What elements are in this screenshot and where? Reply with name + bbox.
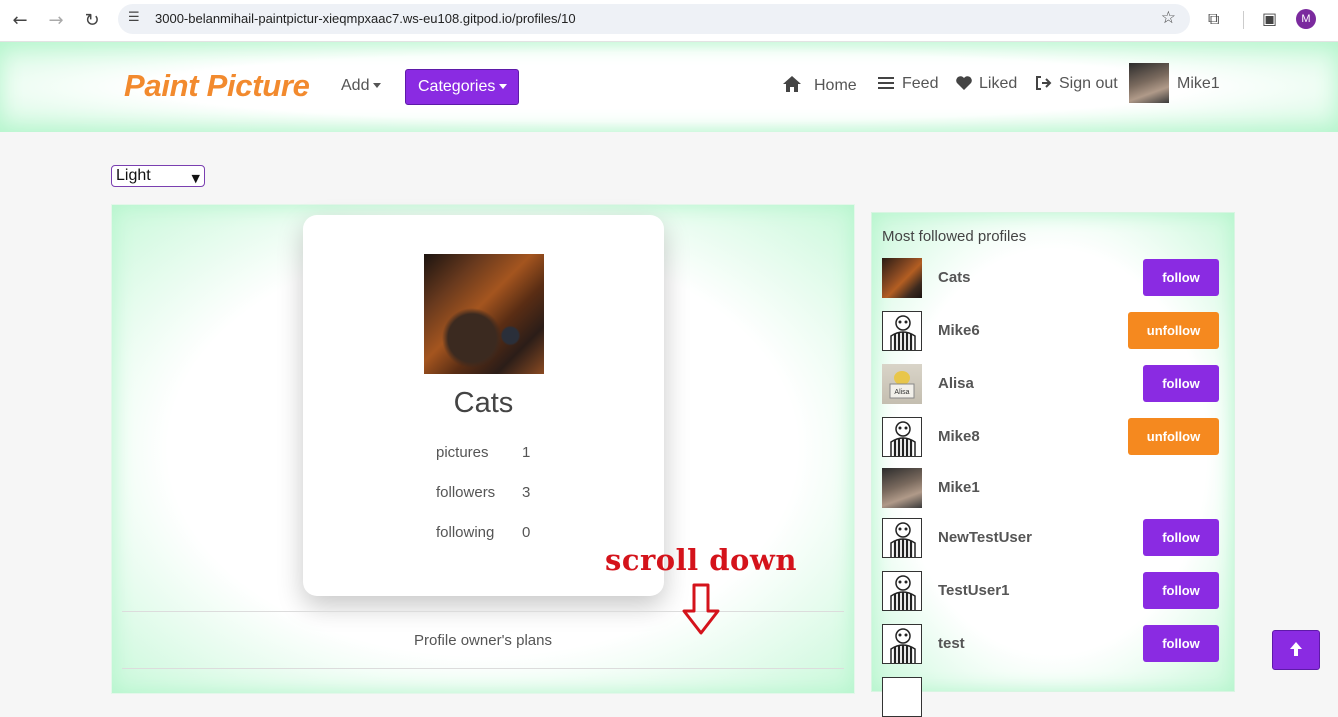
stat-following-label: following: [436, 524, 495, 541]
svg-text:Alisa: Alisa: [894, 389, 909, 396]
profile-name[interactable]: TestUser1: [938, 582, 1009, 599]
list-icon: [878, 77, 894, 89]
profile-plans-heading: Profile owner's plans: [414, 632, 552, 649]
list-item: Mike8 unfollow: [882, 417, 1222, 457]
avatar[interactable]: [882, 417, 922, 457]
reload-icon[interactable]: ↻: [80, 9, 104, 33]
stat-pictures-value: 1: [522, 444, 531, 461]
scroll-down-annotation: scroll down: [605, 543, 797, 577]
default-avatar-icon: [890, 628, 916, 663]
default-avatar-icon: [890, 315, 916, 350]
address-bar[interactable]: ☰ 3000-belanmihail-paintpictur-xieqmpxaa…: [118, 4, 1190, 34]
avatar[interactable]: [882, 468, 922, 508]
user-avatar[interactable]: [1129, 63, 1169, 103]
browser-toolbar: ← → ↻ ☰ 3000-belanmihail-paintpictur-xie…: [0, 0, 1338, 42]
theme-selected-value: Light: [116, 167, 151, 184]
heart-icon: [956, 76, 972, 90]
divider: [122, 611, 844, 612]
browser-profile-avatar[interactable]: M: [1296, 9, 1316, 29]
side-panel-icon[interactable]: ▣: [1262, 9, 1277, 28]
toolbar-divider: [1243, 11, 1244, 29]
follow-button[interactable]: follow: [1143, 519, 1219, 556]
stat-pictures-label: pictures: [436, 444, 489, 461]
profile-name[interactable]: NewTestUser: [938, 529, 1032, 546]
feed-label: Feed: [902, 75, 939, 92]
caret-down-icon: [373, 83, 382, 89]
unfollow-button[interactable]: unfollow: [1128, 312, 1219, 349]
back-to-top-button[interactable]: [1272, 630, 1320, 670]
stat-followers-value: 3: [522, 484, 531, 501]
avatar[interactable]: [882, 258, 922, 298]
chevron-down-icon: ▼: [191, 172, 200, 185]
default-avatar-icon: [890, 522, 916, 557]
home-label: Home: [814, 77, 857, 94]
categories-label: Categories: [418, 78, 496, 95]
categories-dropdown[interactable]: Categories: [405, 69, 519, 105]
profile-panel: Cats pictures 1 followers 3 following 0 …: [111, 204, 855, 694]
back-icon[interactable]: ←: [8, 9, 32, 33]
arrow-down-icon: [682, 583, 720, 635]
profile-image: [424, 254, 544, 374]
follow-button[interactable]: follow: [1143, 259, 1219, 296]
nav-username[interactable]: Mike1: [1177, 75, 1220, 93]
nav-liked[interactable]: Liked: [955, 75, 1017, 93]
nav-feed[interactable]: Feed: [878, 75, 938, 93]
most-followed-title: Most followed profiles: [882, 228, 1027, 245]
nav-home[interactable]: Home: [782, 75, 857, 95]
list-item: Cats follow: [882, 258, 1222, 298]
forward-icon[interactable]: →: [44, 9, 68, 33]
signout-label: Sign out: [1059, 75, 1118, 92]
list-item: Mike6 unfollow: [882, 311, 1222, 351]
list-item: NewTestUser follow: [882, 518, 1222, 558]
profile-name[interactable]: test: [938, 635, 965, 652]
profile-name[interactable]: Mike6: [938, 322, 980, 339]
caret-down-icon: [499, 84, 508, 90]
liked-label: Liked: [979, 75, 1018, 92]
follow-button[interactable]: follow: [1143, 365, 1219, 402]
profile-name[interactable]: Mike1: [938, 479, 980, 496]
sign-out-icon: [1036, 76, 1052, 90]
url-text[interactable]: 3000-belanmihail-paintpictur-xieqmpxaac7…: [155, 11, 576, 26]
avatar[interactable]: [882, 677, 922, 717]
profile-name[interactable]: Mike8: [938, 428, 980, 445]
profile-name[interactable]: Alisa: [938, 375, 974, 392]
list-item: TestUser1 follow: [882, 571, 1222, 611]
avatar[interactable]: [882, 624, 922, 664]
list-item: [882, 677, 1222, 717]
stat-following-value: 0: [522, 524, 531, 541]
avatar[interactable]: [882, 571, 922, 611]
site-navbar: Paint Picture Add Categories Home Feed L…: [0, 42, 1338, 132]
profile-name: Cats: [453, 387, 514, 419]
alisa-avatar-icon: Alisa: [889, 371, 915, 399]
divider: [122, 668, 844, 669]
nav-signout[interactable]: Sign out: [1035, 75, 1118, 93]
add-label: Add: [341, 77, 370, 94]
list-item: test follow: [882, 624, 1222, 664]
list-item: Alisa Alisa follow: [882, 364, 1222, 404]
extensions-icon[interactable]: ⧉: [1208, 9, 1219, 29]
list-item: Mike1: [882, 468, 1222, 508]
default-avatar-icon: [890, 575, 916, 610]
add-dropdown[interactable]: Add: [341, 77, 382, 95]
avatar[interactable]: Alisa: [882, 364, 922, 404]
profile-name[interactable]: Cats: [938, 269, 971, 286]
default-avatar-icon: [890, 421, 916, 456]
site-settings-icon[interactable]: ☰: [128, 10, 140, 25]
follow-button[interactable]: follow: [1143, 625, 1219, 662]
brand-logo[interactable]: Paint Picture: [124, 68, 310, 104]
unfollow-button[interactable]: unfollow: [1128, 418, 1219, 455]
profile-card: Cats pictures 1 followers 3 following 0: [303, 215, 664, 596]
most-followed-panel: Most followed profiles Cats follow Mike6…: [871, 212, 1235, 717]
avatar[interactable]: [882, 311, 922, 351]
stat-followers-label: followers: [436, 484, 496, 501]
avatar[interactable]: [882, 518, 922, 558]
theme-select[interactable]: Light ▼: [111, 165, 205, 187]
follow-button[interactable]: follow: [1143, 572, 1219, 609]
star-icon[interactable]: ☆: [1161, 8, 1176, 28]
arrow-up-icon: [1290, 642, 1302, 656]
home-icon: [783, 76, 801, 92]
